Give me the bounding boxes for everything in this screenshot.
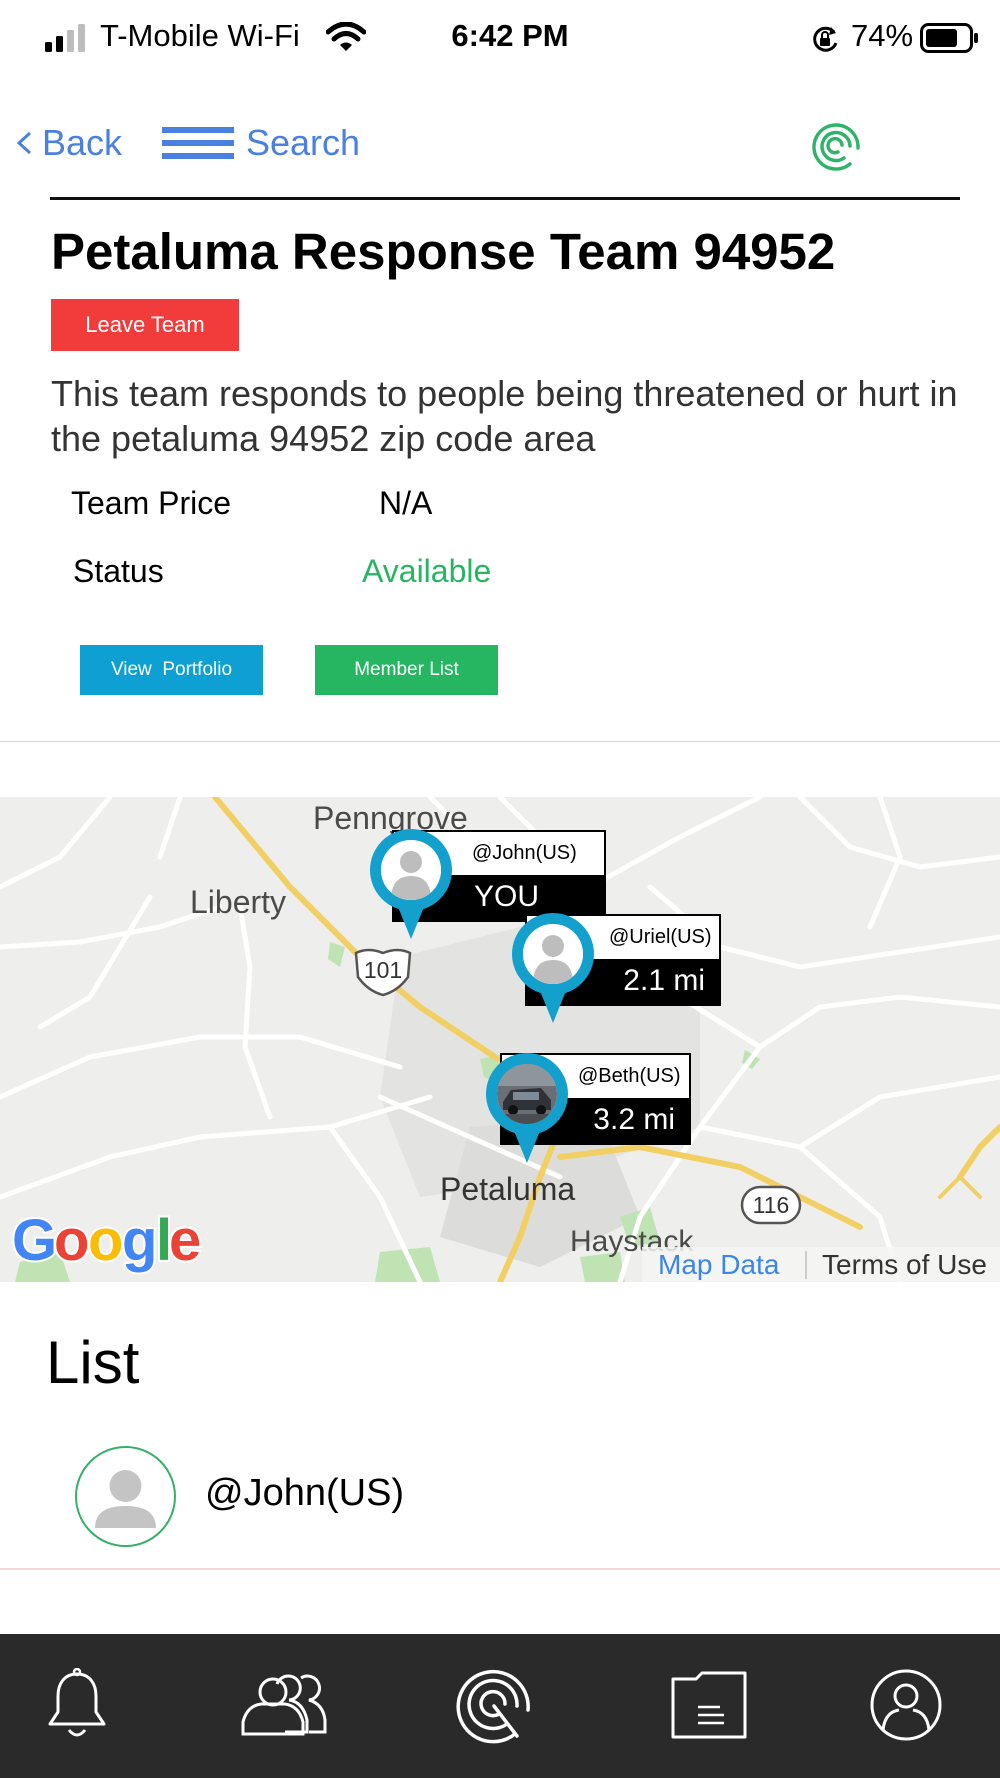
map-data-link[interactable]: Map Data — [658, 1249, 779, 1281]
svg-text:e: e — [169, 1210, 201, 1273]
tab-teams[interactable] — [237, 1664, 327, 1746]
svg-text:g: g — [122, 1210, 157, 1273]
battery-percentage: 74% — [851, 18, 914, 53]
list-item[interactable]: @John(US) — [0, 1440, 1000, 1570]
default-avatar-icon — [523, 924, 583, 984]
radar-icon — [456, 1669, 530, 1744]
tab-notifications[interactable] — [32, 1664, 122, 1746]
map-pin-uriel[interactable] — [512, 913, 594, 1025]
svg-text:o: o — [88, 1210, 123, 1273]
team-price-label: Team Price — [71, 485, 232, 521]
list-item-username: @John(US) — [205, 1472, 405, 1514]
map-place-liberty: Liberty — [190, 884, 287, 920]
route-shield-116-label: 116 — [752, 1192, 790, 1218]
svg-text:G: G — [12, 1210, 57, 1273]
google-logo: G o o g l e — [12, 1210, 202, 1275]
back-label: Back — [42, 122, 123, 163]
tab-radar[interactable] — [449, 1664, 539, 1746]
bell-icon — [48, 1668, 106, 1737]
group-icon — [241, 1674, 327, 1736]
status-label: Status — [73, 553, 164, 589]
view-portfolio-button[interactable]: View Portfolio — [80, 645, 263, 695]
list-divider — [0, 1568, 1000, 1570]
member-list-button[interactable]: Member List — [315, 645, 498, 695]
chevron-left-icon — [16, 131, 32, 155]
search-button[interactable]: Search — [162, 122, 360, 164]
default-avatar-icon — [381, 840, 441, 900]
section-divider — [0, 741, 1000, 742]
app-logo-icon[interactable] — [810, 120, 862, 172]
car-photo-avatar — [497, 1064, 557, 1124]
search-label: Search — [246, 122, 361, 163]
menu-icon — [162, 127, 234, 159]
route-shield-101: 101 — [352, 947, 414, 1002]
team-title: Petaluma Response Team 94952 — [51, 223, 836, 280]
map-place-petaluma: Petaluma — [440, 1171, 576, 1207]
tab-documents[interactable] — [664, 1664, 754, 1746]
bottom-tab-bar — [0, 1634, 1000, 1778]
battery-icon — [920, 23, 978, 53]
terms-of-use-link[interactable]: Terms of Use — [822, 1249, 987, 1281]
leave-team-button[interactable]: Leave Team — [51, 299, 239, 351]
route-shield-116: 116 — [740, 1185, 802, 1230]
status-value: Available — [362, 553, 492, 589]
svg-text:o: o — [54, 1210, 89, 1273]
team-price-value: N/A — [379, 485, 433, 521]
back-button[interactable]: Back — [16, 122, 122, 164]
status-bar: T-Mobile Wi-Fi 6:42 PM 74% — [0, 0, 1000, 76]
header-divider — [50, 197, 960, 200]
map-pin-beth[interactable] — [486, 1053, 568, 1165]
folder-icon — [671, 1671, 747, 1739]
list-heading: List — [46, 1329, 140, 1396]
map-pin-john[interactable] — [370, 829, 452, 941]
route-shield-101-label: 101 — [363, 957, 403, 983]
profile-icon — [870, 1669, 942, 1741]
clock-time: 6:42 PM — [451, 18, 569, 53]
team-description: This team responds to people being threa… — [51, 373, 958, 459]
tab-profile[interactable] — [861, 1664, 951, 1746]
rotation-lock-icon — [813, 26, 838, 52]
map-attribution-bar: Map Data Terms of Use — [642, 1247, 1000, 1282]
avatar — [75, 1446, 176, 1547]
